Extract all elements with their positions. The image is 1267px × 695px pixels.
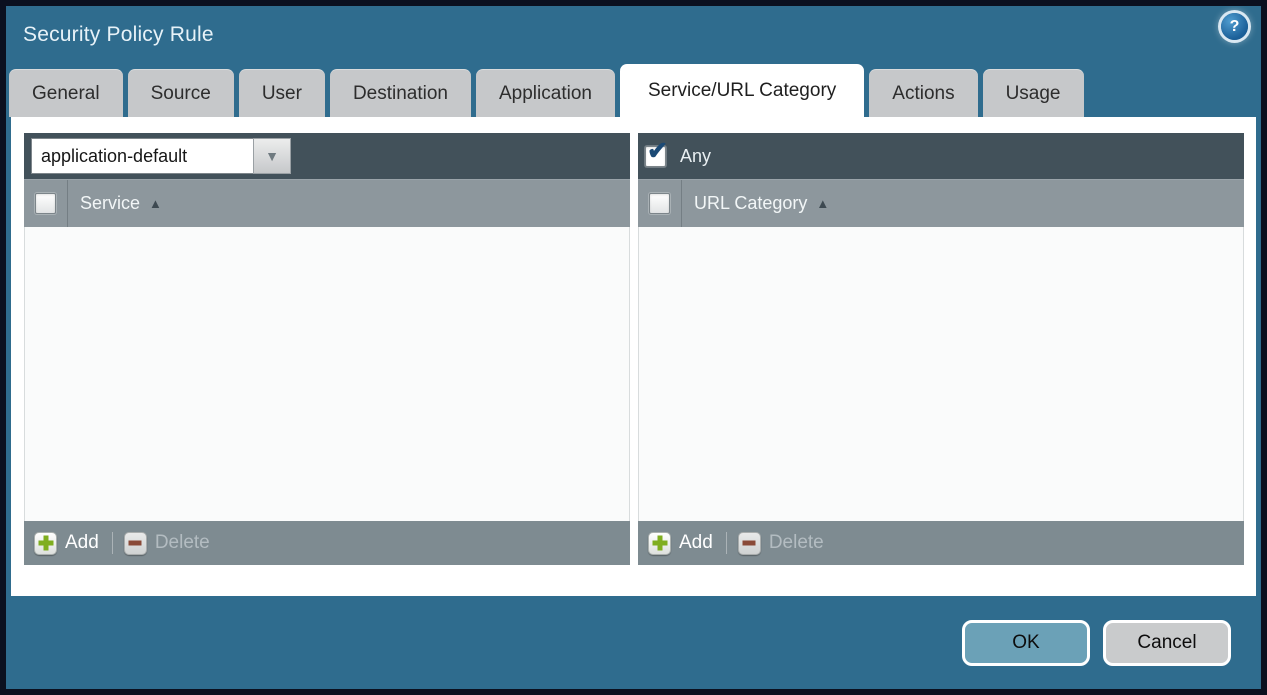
tab-content: ▼ Service ▲ Add [11,117,1256,596]
url-category-add-button[interactable]: Add [648,532,713,555]
service-footer: Add Delete [24,521,630,565]
tab-application[interactable]: Application [476,69,615,117]
service-select-all-checkbox[interactable] [35,193,56,214]
footer-divider [726,532,727,554]
service-column-label: Service [80,193,140,214]
service-panel: ▼ Service ▲ Add [24,133,630,565]
service-toolbar: ▼ [24,133,630,179]
url-category-column-label: URL Category [694,193,807,214]
tab-destination[interactable]: Destination [330,69,471,117]
dialog-titlebar: Security Policy Rule ? [6,6,1261,64]
service-type-dropdown: ▼ [31,138,291,174]
tab-service-url-category[interactable]: Service/URL Category [620,64,864,117]
add-icon [648,532,671,555]
service-delete-button[interactable]: Delete [124,532,210,555]
dialog-action-bar: OK Cancel [6,596,1261,689]
url-category-toolbar: ✔ Any [638,133,1244,179]
url-category-delete-button[interactable]: Delete [738,532,824,555]
tab-bar: General Source User Destination Applicat… [6,64,1261,117]
security-policy-rule-dialog: Security Policy Rule ? General Source Us… [0,0,1267,695]
cancel-button[interactable]: Cancel [1103,620,1231,666]
check-icon: ✔ [647,139,668,164]
tab-general[interactable]: General [9,69,123,117]
add-icon [34,532,57,555]
service-type-input[interactable] [31,138,253,174]
delete-icon [738,532,761,555]
any-checkbox[interactable]: ✔ [645,146,666,167]
footer-divider [112,532,113,554]
sort-ascending-icon: ▲ [149,196,162,211]
service-table-header: Service ▲ [24,179,630,227]
url-category-footer: Add Delete [638,521,1244,565]
service-table-body[interactable] [24,227,630,521]
url-category-select-all-checkbox[interactable] [649,193,670,214]
any-label: Any [680,146,711,167]
tab-actions[interactable]: Actions [869,69,977,117]
url-category-column-header[interactable]: URL Category ▲ [682,193,829,214]
url-category-table-body[interactable] [638,227,1244,521]
tab-source[interactable]: Source [128,69,234,117]
tab-usage[interactable]: Usage [983,69,1084,117]
ok-button[interactable]: OK [962,620,1090,666]
help-icon[interactable]: ? [1221,13,1248,40]
url-category-table-header: URL Category ▲ [638,179,1244,227]
dialog-title: Security Policy Rule [23,23,214,47]
url-category-panel: ✔ Any URL Category ▲ Add [638,133,1244,565]
tab-user[interactable]: User [239,69,325,117]
service-add-button[interactable]: Add [34,532,99,555]
sort-ascending-icon: ▲ [816,196,829,211]
service-column-header[interactable]: Service ▲ [68,193,162,214]
chevron-down-icon[interactable]: ▼ [253,138,291,174]
delete-icon [124,532,147,555]
